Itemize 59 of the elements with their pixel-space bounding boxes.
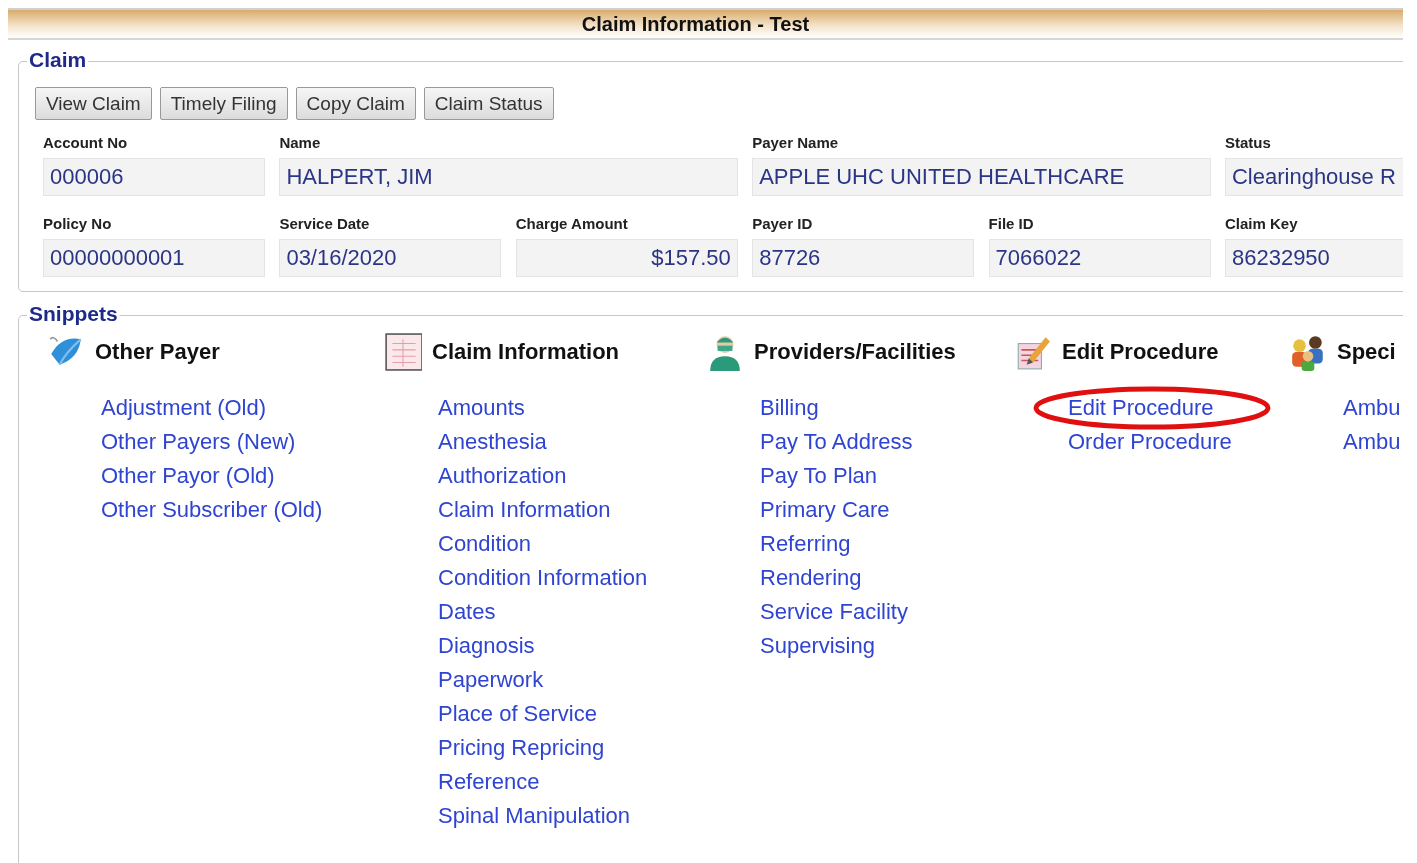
value-field: 03/16/2020 (279, 239, 502, 277)
snippet-link[interactable]: Condition Information (438, 565, 648, 591)
field-label: Charge Amount (515, 215, 629, 232)
snippet-link[interactable]: Ambu (1343, 395, 1401, 421)
document-icon (384, 333, 422, 371)
value-field: HALPERT, JIM (279, 158, 738, 196)
snippet-link[interactable]: Ambu (1343, 429, 1401, 455)
field-label: Status (1224, 134, 1272, 151)
value-field: 7066022 (988, 239, 1211, 277)
snippet-link[interactable]: Spinal Manipulation (438, 803, 631, 829)
value-field: 86232950 (1224, 239, 1403, 277)
section-heading: Speci (1337, 339, 1396, 365)
section-heading: Claim Information (432, 339, 619, 365)
field-label: Service Date (279, 215, 371, 232)
field-label: Account No (43, 134, 129, 151)
snippet-link[interactable]: Rendering (760, 565, 862, 591)
window-title: Claim Information - Test (581, 12, 811, 36)
snippet-link[interactable]: Reference (438, 769, 540, 795)
snippet-link[interactable]: Authorization (438, 463, 567, 489)
snippet-link[interactable]: Other Payor (Old) (101, 463, 275, 489)
snippet-link[interactable]: Pay To Address (760, 429, 913, 455)
snippet-link[interactable]: Diagnosis (438, 633, 535, 659)
value-field: 00000000001 (43, 239, 265, 277)
snippet-link[interactable]: Primary Care (760, 497, 890, 523)
snippet-link[interactable]: Paperwork (438, 667, 544, 693)
snippet-link[interactable]: Service Facility (760, 599, 908, 625)
toolbar-button[interactable]: Copy Claim (295, 87, 416, 120)
field-label: Name (279, 134, 322, 151)
snippet-link[interactable]: Adjustment (Old) (101, 395, 267, 421)
toolbar-button[interactable]: Claim Status (423, 87, 554, 120)
value-field: Clearinghouse R (1224, 158, 1403, 196)
snippet-link[interactable]: Billing (760, 395, 819, 421)
snippet-link[interactable]: Order Procedure (1068, 429, 1232, 455)
section-heading: Providers/Facilities (754, 339, 956, 365)
snippet-link[interactable]: Supervising (760, 633, 875, 659)
field-label: Claim Key (1224, 215, 1299, 232)
snippet-link[interactable]: Dates (438, 599, 496, 625)
field-label: Policy No (43, 215, 113, 232)
snippet-link[interactable]: Referring (760, 531, 851, 557)
snippet-link[interactable]: Pricing Repricing (438, 735, 605, 761)
toolbar-button[interactable]: View Claim (35, 87, 152, 120)
snippet-link[interactable]: Amounts (438, 395, 525, 421)
value-field: $157.50 (515, 239, 738, 277)
snippet-link[interactable]: Pay To Plan (760, 463, 877, 489)
snippet-link[interactable]: Place of Service (438, 701, 597, 727)
field-label: Payer Name (752, 134, 840, 151)
value-field: 000006 (43, 158, 265, 196)
snippet-link[interactable]: Other Payers (New) (101, 429, 296, 455)
section-heading: Edit Procedure (1062, 339, 1219, 365)
toolbar-button[interactable]: Timely Filing (159, 87, 288, 120)
field-label: Payer ID (752, 215, 814, 232)
snippet-link[interactable]: Claim Information (438, 497, 611, 523)
snippet-link[interactable]: Other Subscriber (Old) (101, 497, 323, 523)
snippet-link[interactable]: Anesthesia (438, 429, 547, 455)
field-label: File ID (988, 215, 1035, 232)
value-field: 87726 (752, 239, 975, 277)
section-heading: Other Payer (95, 339, 220, 365)
value-field: APPLE UHC UNITED HEALTHCARE (752, 158, 1211, 196)
snippet-link[interactable]: Condition (438, 531, 531, 557)
